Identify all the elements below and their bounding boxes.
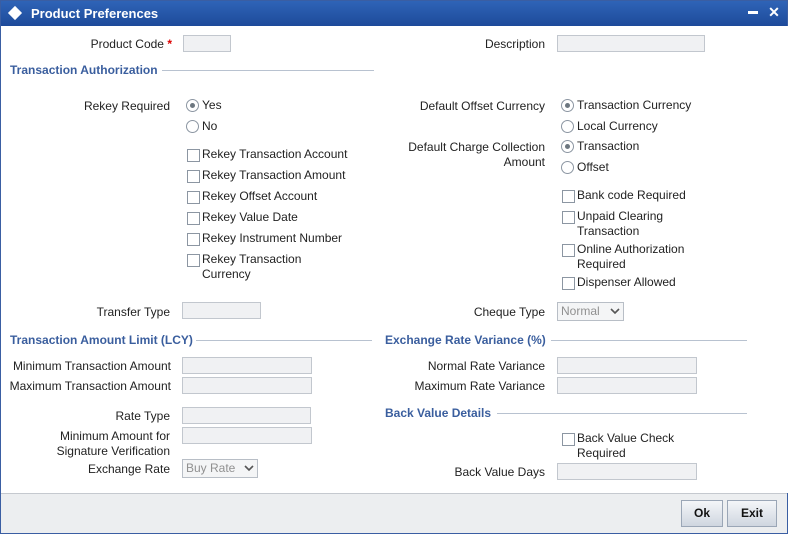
rekey-no-radio[interactable] xyxy=(186,120,199,133)
required-marker: * xyxy=(167,37,172,51)
online-authorization-label-line1: Online Authorization xyxy=(577,242,685,256)
cheque-type-value: Normal xyxy=(561,304,600,318)
rekey-required-label: Rekey Required xyxy=(83,99,170,113)
rekey-transaction-currency-checkbox[interactable] xyxy=(187,254,200,267)
section-divider xyxy=(162,70,374,71)
window-title: Product Preferences xyxy=(31,6,159,21)
charge-transaction-radio[interactable] xyxy=(561,140,574,153)
product-code-label: Product Code * xyxy=(90,37,172,51)
charge-offset-radio[interactable] xyxy=(561,161,574,174)
minimize-icon[interactable]: ▬ xyxy=(745,3,761,21)
transaction-authorization-heading: Transaction Authorization xyxy=(10,63,158,77)
max-rate-variance-input[interactable] xyxy=(557,377,697,394)
normal-rate-variance-input[interactable] xyxy=(557,357,697,374)
rate-type-label: Rate Type xyxy=(115,409,170,423)
diamond-icon xyxy=(7,5,23,21)
ok-button[interactable]: Ok xyxy=(681,500,723,527)
exit-button[interactable]: Exit xyxy=(727,500,777,527)
description-input[interactable] xyxy=(557,35,705,52)
rekey-instrument-number-label: Rekey Instrument Number xyxy=(202,231,343,245)
description-label: Description xyxy=(484,37,545,51)
unpaid-clearing-label-line2: Transaction xyxy=(577,224,640,238)
back-value-heading: Back Value Details xyxy=(385,406,492,420)
rekey-value-date-checkbox[interactable] xyxy=(187,212,200,225)
section-divider xyxy=(196,340,372,341)
form-content: Product Code * Description Transaction A… xyxy=(2,26,788,493)
default-charge-label-line1: Default Charge Collection xyxy=(408,140,545,154)
chevron-down-icon xyxy=(244,465,254,472)
title-bar[interactable]: Product Preferences ▬ ✕ xyxy=(1,1,787,26)
back-value-check-label-line1: Back Value Check xyxy=(577,431,675,445)
transaction-currency-label: Transaction Currency xyxy=(577,98,692,112)
back-value-check-label-line2: Required xyxy=(577,446,626,460)
chevron-down-icon xyxy=(610,308,620,315)
rate-variance-heading: Exchange Rate Variance (%) xyxy=(385,333,546,347)
min-transaction-amount-input[interactable] xyxy=(182,357,312,374)
rekey-offset-account-checkbox[interactable] xyxy=(187,191,200,204)
back-value-days-input[interactable] xyxy=(557,463,697,480)
transfer-type-input[interactable] xyxy=(182,302,261,319)
rekey-yes-label: Yes xyxy=(202,98,222,112)
unpaid-clearing-label-line1: Unpaid Clearing xyxy=(577,209,664,223)
local-currency-label: Local Currency xyxy=(577,119,658,133)
product-preferences-window: Product Preferences ▬ ✕ Product Code * D… xyxy=(0,0,788,534)
product-code-input[interactable] xyxy=(183,35,231,52)
rekey-no-label: No xyxy=(202,119,218,133)
rekey-transaction-currency-label-line1: Rekey Transaction xyxy=(202,252,302,266)
rekey-transaction-account-checkbox[interactable] xyxy=(187,149,200,162)
bank-code-required-checkbox[interactable] xyxy=(562,190,575,203)
rekey-instrument-number-checkbox[interactable] xyxy=(187,233,200,246)
min-transaction-amount-label: Minimum Transaction Amount xyxy=(12,359,171,373)
default-charge-label-line2: Amount xyxy=(503,155,545,169)
footer-bar: Ok Exit xyxy=(1,493,787,533)
close-icon[interactable]: ✕ xyxy=(766,3,782,21)
rekey-value-date-label: Rekey Value Date xyxy=(202,210,298,224)
exchange-rate-label: Exchange Rate xyxy=(87,462,170,476)
min-signature-label-line2: Signature Verification xyxy=(56,444,170,458)
max-transaction-amount-input[interactable] xyxy=(182,377,312,394)
transfer-type-label: Transfer Type xyxy=(96,305,170,319)
back-value-days-label: Back Value Days xyxy=(454,465,546,479)
min-signature-label-line1: Minimum Amount for xyxy=(59,429,170,443)
local-currency-radio[interactable] xyxy=(561,120,574,133)
exchange-rate-value: Buy Rate xyxy=(186,461,236,475)
exchange-rate-select[interactable]: Buy Rate xyxy=(182,459,258,478)
rate-type-input[interactable] xyxy=(182,407,311,424)
max-transaction-amount-label: Maximum Transaction Amount xyxy=(9,379,171,393)
min-signature-amount-input[interactable] xyxy=(182,427,312,444)
section-divider xyxy=(497,413,747,414)
charge-transaction-label: Transaction xyxy=(577,139,640,153)
back-value-check-checkbox[interactable] xyxy=(562,433,575,446)
transaction-currency-radio[interactable] xyxy=(561,99,574,112)
rekey-offset-account-label: Rekey Offset Account xyxy=(202,189,318,203)
rekey-yes-radio[interactable] xyxy=(186,99,199,112)
rekey-transaction-account-label: Rekey Transaction Account xyxy=(202,147,348,161)
normal-rate-variance-label: Normal Rate Variance xyxy=(427,359,545,373)
unpaid-clearing-checkbox[interactable] xyxy=(562,211,575,224)
rekey-transaction-amount-checkbox[interactable] xyxy=(187,170,200,183)
max-rate-variance-label: Maximum Rate Variance xyxy=(414,379,546,393)
dispenser-allowed-checkbox[interactable] xyxy=(562,277,575,290)
cheque-type-label: Cheque Type xyxy=(473,305,545,319)
charge-offset-label: Offset xyxy=(577,160,609,174)
rekey-transaction-currency-label-line2: Currency xyxy=(202,267,251,281)
cheque-type-select[interactable]: Normal xyxy=(557,302,624,321)
online-authorization-checkbox[interactable] xyxy=(562,244,575,257)
bank-code-required-label: Bank code Required xyxy=(577,188,686,202)
online-authorization-label-line2: Required xyxy=(577,257,626,271)
default-offset-currency-label: Default Offset Currency xyxy=(419,99,545,113)
section-divider xyxy=(551,340,747,341)
dispenser-allowed-label: Dispenser Allowed xyxy=(577,275,676,289)
rekey-transaction-amount-label: Rekey Transaction Amount xyxy=(202,168,346,182)
amount-limit-heading: Transaction Amount Limit (LCY) xyxy=(10,333,193,347)
